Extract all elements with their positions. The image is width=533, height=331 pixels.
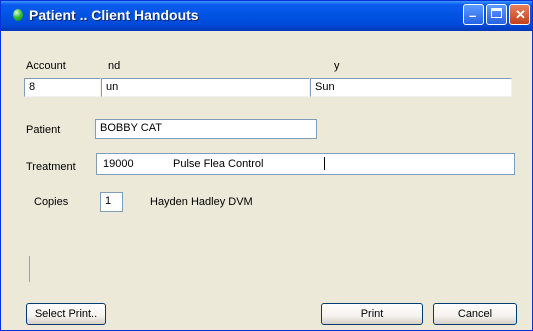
account-label: Account xyxy=(26,60,66,72)
maximize-icon xyxy=(491,8,502,18)
treatment-code: 19000 xyxy=(103,158,134,170)
minimize-button[interactable]: – xyxy=(463,4,484,25)
maximize-button[interactable] xyxy=(486,4,507,25)
cancel-button[interactable]: Cancel xyxy=(433,303,517,325)
species-label: y xyxy=(334,60,340,72)
dialog-window: Patient .. Client Handouts – ✕ Account n… xyxy=(0,0,533,331)
copies-label: Copies xyxy=(34,196,69,208)
status-divider xyxy=(29,256,30,282)
account-field[interactable]: 8 xyxy=(24,78,101,97)
print-button[interactable]: Print xyxy=(321,303,423,325)
close-button[interactable]: ✕ xyxy=(509,4,530,25)
window-title: Patient .. Client Handouts xyxy=(29,7,199,23)
text-caret xyxy=(324,157,325,170)
minimize-icon: – xyxy=(469,8,477,23)
patient-label: Patient xyxy=(26,124,61,136)
name-field[interactable]: un xyxy=(101,78,310,97)
doctor-name: Hayden Hadley DVM xyxy=(150,196,253,208)
close-icon: ✕ xyxy=(515,7,526,22)
treatment-description: Pulse Flea Control xyxy=(173,158,264,170)
treatment-label: Treatment xyxy=(26,161,76,173)
title-bar[interactable]: Patient .. Client Handouts – ✕ xyxy=(1,1,532,31)
select-printer-button[interactable]: Select Print.. xyxy=(26,303,106,325)
patient-field[interactable]: BOBBY CAT xyxy=(95,119,317,139)
treatment-field[interactable]: 19000 Pulse Flea Control xyxy=(96,153,515,175)
green-orb-icon xyxy=(13,9,23,21)
name-label: nd xyxy=(108,60,121,72)
copies-field[interactable]: 1 xyxy=(100,192,123,212)
species-field[interactable]: Sun xyxy=(310,78,512,97)
